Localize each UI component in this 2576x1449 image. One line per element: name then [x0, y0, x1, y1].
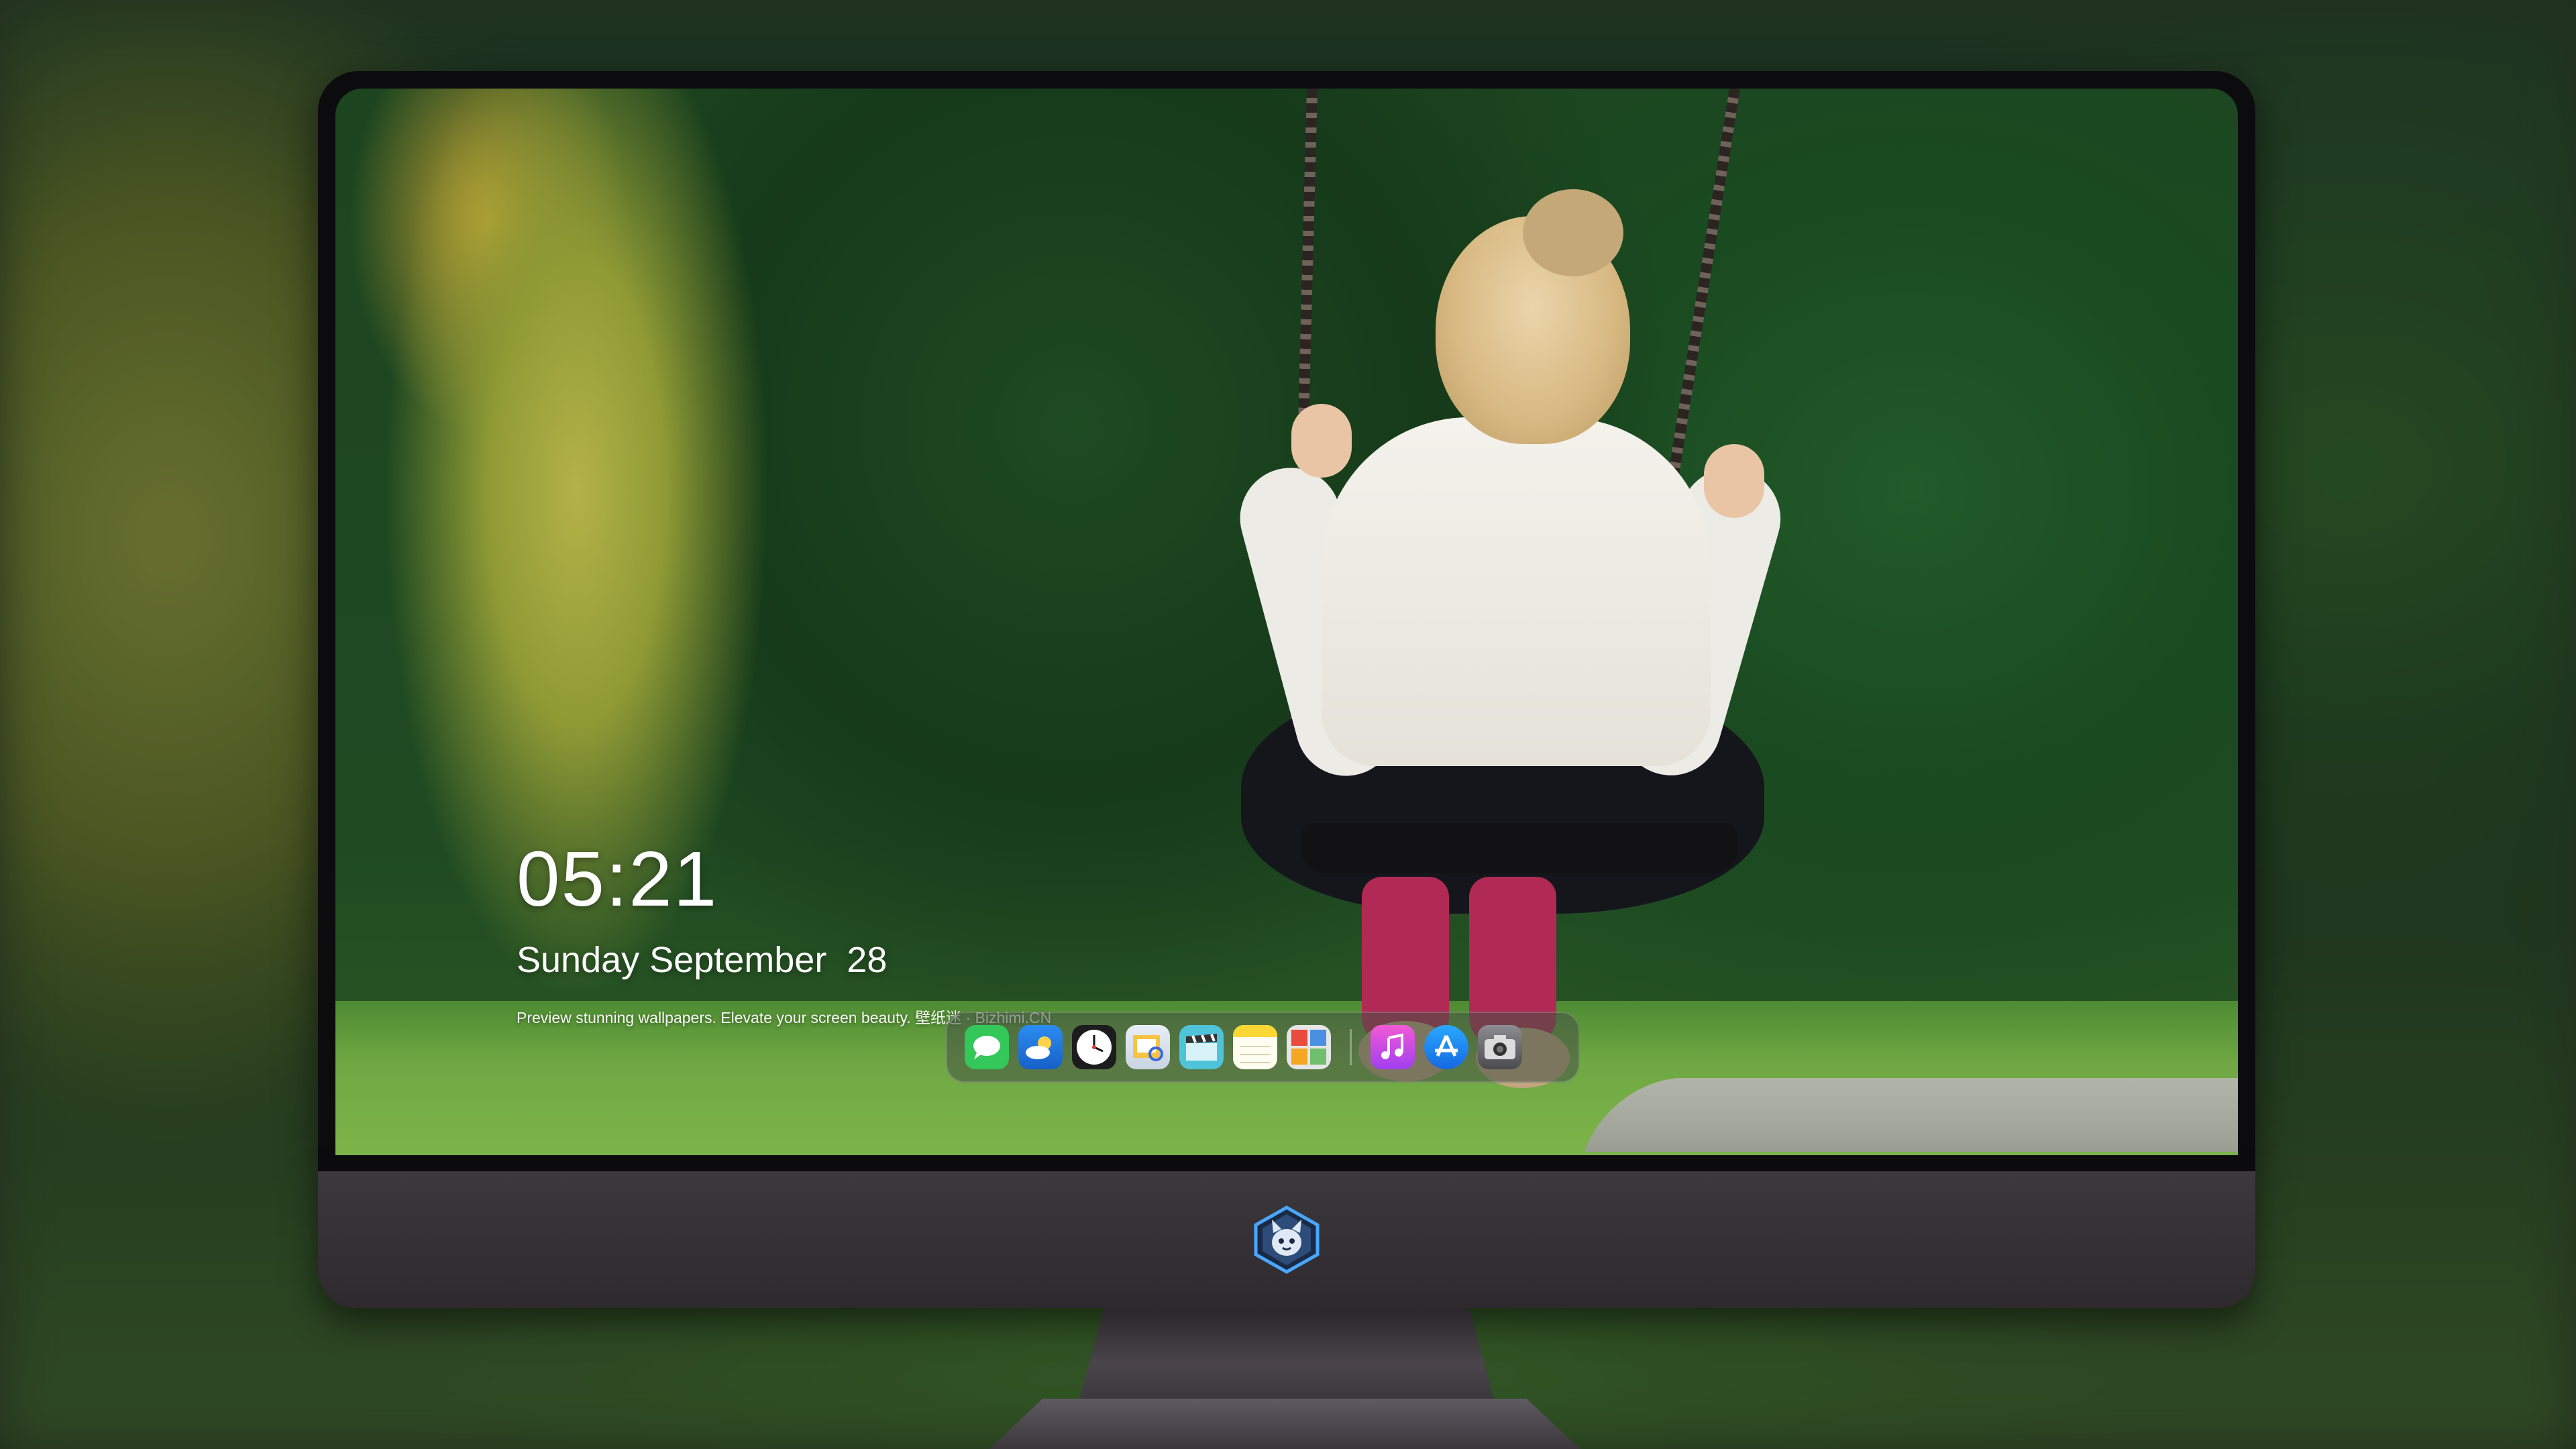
weather-icon[interactable]	[1018, 1025, 1063, 1069]
camera-icon[interactable]	[1478, 1025, 1522, 1069]
clock-time: 05:21	[517, 835, 718, 922]
dock-separator	[1350, 1029, 1352, 1065]
clock-date: Sunday September 28	[517, 940, 888, 980]
dock	[946, 1012, 1580, 1083]
clock-icon[interactable]	[1072, 1025, 1116, 1069]
notes-icon[interactable]	[1233, 1025, 1277, 1069]
messages-icon[interactable]	[965, 1025, 1009, 1069]
monitor-stand-base	[989, 1399, 1580, 1449]
app-store-icon[interactable]	[1424, 1025, 1468, 1069]
lockscreen-clock: 05:21 Sunday September 28 Preview stunni…	[517, 840, 1051, 1026]
monitor-bezel: 05:21 Sunday September 28 Preview stunni…	[318, 71, 2255, 1171]
child-hand-right	[1704, 444, 1764, 518]
swing-seat	[1301, 823, 1737, 873]
photo-booth-icon[interactable]	[1287, 1025, 1331, 1069]
screen: 05:21 Sunday September 28 Preview stunni…	[335, 89, 2238, 1155]
child-shirt	[1322, 417, 1711, 766]
wallpaper-path	[1585, 1078, 2238, 1152]
monitor-stand-neck	[1079, 1308, 1495, 1402]
child-hand-left	[1291, 404, 1352, 478]
monitor: 05:21 Sunday September 28 Preview stunni…	[318, 71, 2255, 1308]
claquette-icon[interactable]	[1179, 1025, 1224, 1069]
bizhimi-mascot-logo-icon	[1254, 1205, 1320, 1274]
child-hair-bun	[1523, 189, 1623, 276]
itunes-icon[interactable]	[1371, 1025, 1415, 1069]
preview-icon[interactable]	[1126, 1025, 1170, 1069]
